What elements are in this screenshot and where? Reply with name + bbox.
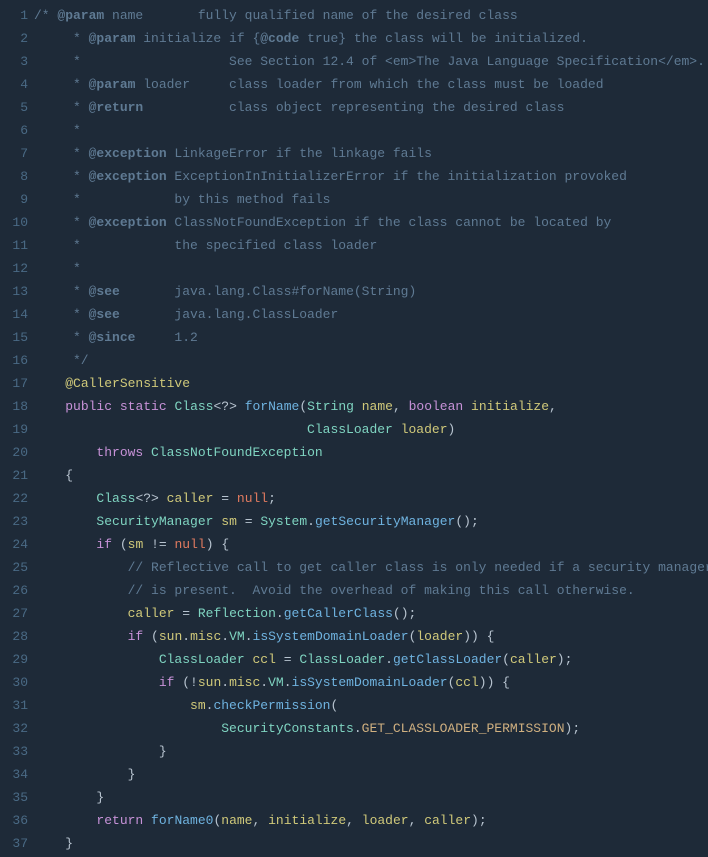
line-number: 27: [0, 602, 28, 625]
code-line: throws ClassNotFoundException: [34, 441, 708, 464]
line-number: 15: [0, 326, 28, 349]
code-line: }: [34, 740, 708, 763]
code-line: */: [34, 349, 708, 372]
code-line: Class<?> caller = null;: [34, 487, 708, 510]
code-line: * @since 1.2: [34, 326, 708, 349]
line-number: 24: [0, 533, 28, 556]
line-number: 6: [0, 119, 28, 142]
code-line: * @exception ClassNotFoundException if t…: [34, 211, 708, 234]
code-line: sm.checkPermission(: [34, 694, 708, 717]
line-number: 17: [0, 372, 28, 395]
line-number: 32: [0, 717, 28, 740]
line-number: 4: [0, 73, 28, 96]
line-number: 11: [0, 234, 28, 257]
line-number-gutter: 1234567891011121314151617181920212223242…: [0, 4, 34, 855]
code-line: * @exception LinkageError if the linkage…: [34, 142, 708, 165]
code-line: // Reflective call to get caller class i…: [34, 556, 708, 579]
code-line: * @see java.lang.Class#forName(String): [34, 280, 708, 303]
code-line: if (!sun.misc.VM.isSystemDomainLoader(cc…: [34, 671, 708, 694]
code-line: }: [34, 832, 708, 855]
line-number: 14: [0, 303, 28, 326]
code-line: SecurityConstants.GET_CLASSLOADER_PERMIS…: [34, 717, 708, 740]
line-number: 8: [0, 165, 28, 188]
line-number: 36: [0, 809, 28, 832]
line-number: 3: [0, 50, 28, 73]
line-number: 23: [0, 510, 28, 533]
code-line: * @param initialize if {@code true} the …: [34, 27, 708, 50]
line-number: 5: [0, 96, 28, 119]
code-line: * @see java.lang.ClassLoader: [34, 303, 708, 326]
code-line: {: [34, 464, 708, 487]
code-line: ClassLoader loader): [34, 418, 708, 441]
code-line: SecurityManager sm = System.getSecurityM…: [34, 510, 708, 533]
line-number: 2: [0, 27, 28, 50]
code-line: ClassLoader ccl = ClassLoader.getClassLo…: [34, 648, 708, 671]
line-number: 22: [0, 487, 28, 510]
line-number: 25: [0, 556, 28, 579]
code-line: *: [34, 257, 708, 280]
line-number: 26: [0, 579, 28, 602]
code-line: }: [34, 763, 708, 786]
line-number: 29: [0, 648, 28, 671]
code-line: public static Class<?> forName(String na…: [34, 395, 708, 418]
code-line: // is present. Avoid the overhead of mak…: [34, 579, 708, 602]
line-number: 20: [0, 441, 28, 464]
line-number: 7: [0, 142, 28, 165]
line-number: 13: [0, 280, 28, 303]
code-line: return forName0(name, initialize, loader…: [34, 809, 708, 832]
line-number: 10: [0, 211, 28, 234]
line-number: 33: [0, 740, 28, 763]
code-line: * by this method fails: [34, 188, 708, 211]
line-number: 18: [0, 395, 28, 418]
line-number: 19: [0, 418, 28, 441]
line-number: 21: [0, 464, 28, 487]
line-number: 31: [0, 694, 28, 717]
line-number: 16: [0, 349, 28, 372]
line-number: 30: [0, 671, 28, 694]
code-line: }: [34, 786, 708, 809]
code-line: * the specified class loader: [34, 234, 708, 257]
code-line: /* @param name fully qualified name of t…: [34, 4, 708, 27]
code-line: * @param loader class loader from which …: [34, 73, 708, 96]
line-number: 12: [0, 257, 28, 280]
line-number: 37: [0, 832, 28, 855]
code-line: caller = Reflection.getCallerClass();: [34, 602, 708, 625]
line-number: 9: [0, 188, 28, 211]
line-number: 35: [0, 786, 28, 809]
code-line: @CallerSensitive: [34, 372, 708, 395]
line-number: 28: [0, 625, 28, 648]
code-line: if (sm != null) {: [34, 533, 708, 556]
code-area: /* @param name fully qualified name of t…: [34, 4, 708, 855]
code-line: if (sun.misc.VM.isSystemDomainLoader(loa…: [34, 625, 708, 648]
code-line: *: [34, 119, 708, 142]
code-line: * @exception ExceptionInInitializerError…: [34, 165, 708, 188]
line-number: 34: [0, 763, 28, 786]
line-number: 1: [0, 4, 28, 27]
code-line: * See Section 12.4 of <em>The Java Langu…: [34, 50, 708, 73]
code-line: * @return class object representing the …: [34, 96, 708, 119]
code-editor: 1234567891011121314151617181920212223242…: [0, 0, 708, 855]
